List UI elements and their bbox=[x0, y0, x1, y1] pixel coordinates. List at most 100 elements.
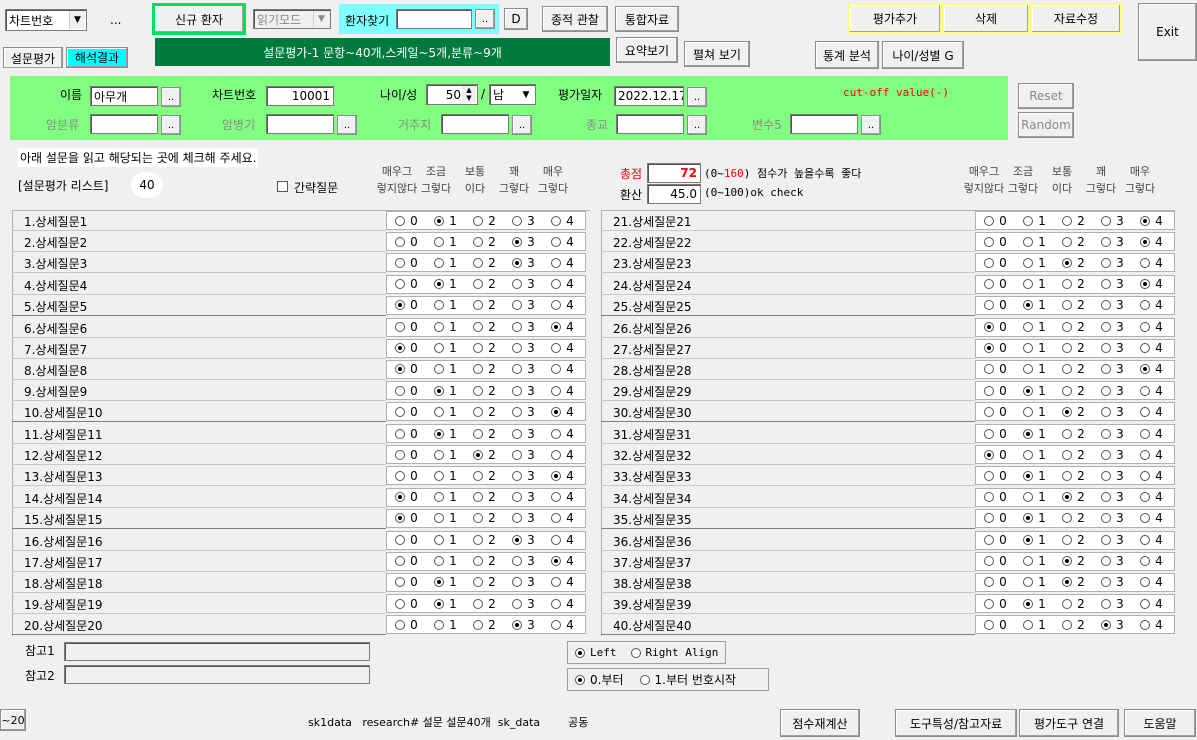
answer-option[interactable]: 2 bbox=[465, 618, 504, 632]
answer-option[interactable]: 1 bbox=[426, 384, 465, 398]
radio-icon[interactable] bbox=[395, 279, 406, 290]
radio-icon[interactable] bbox=[551, 385, 562, 396]
answer-option[interactable]: 0 bbox=[387, 277, 426, 291]
radio-icon[interactable] bbox=[1140, 364, 1151, 375]
answer-option[interactable]: 3 bbox=[504, 256, 543, 270]
answer-option[interactable]: 2 bbox=[465, 511, 504, 525]
answer-option[interactable]: 1 bbox=[1015, 298, 1054, 312]
radio-icon[interactable] bbox=[1140, 470, 1151, 481]
answer-option[interactable]: 3 bbox=[504, 448, 543, 462]
answer-option[interactable]: 3 bbox=[1093, 511, 1132, 525]
radio-icon[interactable] bbox=[434, 364, 445, 375]
answer-option[interactable]: 1 bbox=[426, 448, 465, 462]
answer-option[interactable]: 2 bbox=[1054, 214, 1093, 228]
answer-option[interactable]: 0 bbox=[976, 469, 1015, 483]
answer-option[interactable]: 3 bbox=[1093, 427, 1132, 441]
answer-option[interactable]: 1 bbox=[426, 575, 465, 589]
answer-option[interactable]: 2 bbox=[465, 554, 504, 568]
tool-info-button[interactable]: 도구특성/참고자료 bbox=[895, 709, 1017, 737]
answer-option[interactable]: 0 bbox=[387, 298, 426, 312]
answer-option[interactable]: 4 bbox=[543, 235, 582, 249]
answer-option[interactable]: 0 bbox=[976, 235, 1015, 249]
answer-option[interactable]: 3 bbox=[504, 214, 543, 228]
answer-option[interactable]: 2 bbox=[465, 597, 504, 611]
radio-icon[interactable] bbox=[1062, 470, 1073, 481]
radio-icon[interactable] bbox=[984, 236, 995, 247]
answer-option[interactable]: 1 bbox=[426, 554, 465, 568]
answer-option[interactable]: 3 bbox=[504, 533, 543, 547]
radio-icon[interactable] bbox=[434, 343, 445, 354]
radio-icon[interactable] bbox=[551, 449, 562, 460]
answer-option[interactable]: 3 bbox=[504, 384, 543, 398]
answer-option[interactable]: 3 bbox=[1093, 554, 1132, 568]
radio-icon[interactable] bbox=[512, 385, 523, 396]
radio-icon[interactable] bbox=[984, 428, 995, 439]
radio-icon[interactable] bbox=[1023, 492, 1034, 503]
answer-option[interactable]: 4 bbox=[1132, 597, 1171, 611]
answer-option[interactable]: 0 bbox=[387, 320, 426, 334]
radio-icon[interactable] bbox=[395, 257, 406, 268]
radio-icon[interactable] bbox=[434, 322, 445, 332]
answer-option[interactable]: 2 bbox=[1054, 490, 1093, 504]
radio-icon[interactable] bbox=[1062, 364, 1073, 375]
answer-option[interactable]: 1 bbox=[426, 427, 465, 441]
radio-icon[interactable] bbox=[473, 535, 484, 545]
answer-option[interactable]: 1 bbox=[1015, 235, 1054, 249]
answer-option[interactable]: 1 bbox=[1015, 384, 1054, 398]
radio-icon[interactable] bbox=[1062, 449, 1073, 460]
answer-option[interactable]: 2 bbox=[465, 490, 504, 504]
radio-icon[interactable] bbox=[512, 257, 523, 268]
answer-option[interactable]: 3 bbox=[504, 320, 543, 334]
answer-option[interactable]: 4 bbox=[543, 277, 582, 291]
answer-option[interactable]: 2 bbox=[465, 235, 504, 249]
answer-option[interactable]: 0 bbox=[387, 256, 426, 270]
radio-icon[interactable] bbox=[984, 535, 995, 545]
answer-option[interactable]: 3 bbox=[504, 490, 543, 504]
radio-icon[interactable] bbox=[1062, 406, 1073, 417]
answer-option[interactable]: 1 bbox=[1015, 448, 1054, 462]
var5-field[interactable] bbox=[790, 114, 858, 134]
radio-icon[interactable] bbox=[473, 343, 484, 354]
edit-data-button[interactable]: 자료수정 bbox=[1030, 3, 1122, 34]
date-dots-button[interactable]: .. bbox=[687, 87, 707, 107]
radio-icon[interactable] bbox=[473, 619, 484, 630]
cancer-type-field[interactable] bbox=[90, 114, 158, 134]
radio-icon[interactable] bbox=[473, 577, 484, 588]
answer-option[interactable]: 2 bbox=[1054, 448, 1093, 462]
radio-icon[interactable] bbox=[1101, 492, 1112, 503]
answer-option[interactable]: 4 bbox=[1132, 341, 1171, 355]
d-button[interactable]: D bbox=[504, 8, 528, 30]
radio-icon[interactable] bbox=[1140, 385, 1151, 396]
age-gender-button[interactable]: 나이/성별 G bbox=[882, 41, 964, 69]
answer-option[interactable]: 2 bbox=[465, 320, 504, 334]
answer-option[interactable]: 0 bbox=[976, 448, 1015, 462]
tab-survey[interactable]: 설문평가 bbox=[3, 47, 63, 68]
radio-icon[interactable] bbox=[1062, 577, 1073, 588]
name-dots-button[interactable]: .. bbox=[161, 87, 181, 107]
radio-icon[interactable] bbox=[551, 513, 562, 524]
answer-option[interactable]: 0 bbox=[976, 277, 1015, 291]
answer-option[interactable]: 2 bbox=[465, 427, 504, 441]
answer-option[interactable]: 2 bbox=[465, 277, 504, 291]
radio-icon[interactable] bbox=[1140, 492, 1151, 503]
radio-icon[interactable] bbox=[1023, 470, 1034, 481]
radio-icon[interactable] bbox=[1140, 406, 1151, 417]
radio-icon[interactable] bbox=[473, 513, 484, 524]
answer-option[interactable]: 1 bbox=[426, 320, 465, 334]
answer-option[interactable]: 1 bbox=[426, 469, 465, 483]
answer-option[interactable]: 3 bbox=[504, 511, 543, 525]
cancer-stage-field[interactable] bbox=[266, 114, 334, 134]
radio-icon[interactable] bbox=[434, 279, 445, 290]
cancer-stage-dots-button[interactable]: .. bbox=[337, 115, 357, 135]
radio-icon[interactable] bbox=[1023, 577, 1034, 588]
radio-icon[interactable] bbox=[1140, 322, 1151, 332]
radio-icon[interactable] bbox=[434, 215, 445, 226]
radio-icon[interactable] bbox=[984, 257, 995, 268]
radio-icon[interactable] bbox=[473, 322, 484, 332]
radio-icon[interactable] bbox=[395, 322, 406, 332]
radio-icon[interactable] bbox=[1101, 236, 1112, 247]
answer-option[interactable]: 3 bbox=[1093, 341, 1132, 355]
radio-icon[interactable] bbox=[395, 215, 406, 226]
answer-option[interactable]: 2 bbox=[465, 575, 504, 589]
radio-icon[interactable] bbox=[1101, 300, 1112, 311]
